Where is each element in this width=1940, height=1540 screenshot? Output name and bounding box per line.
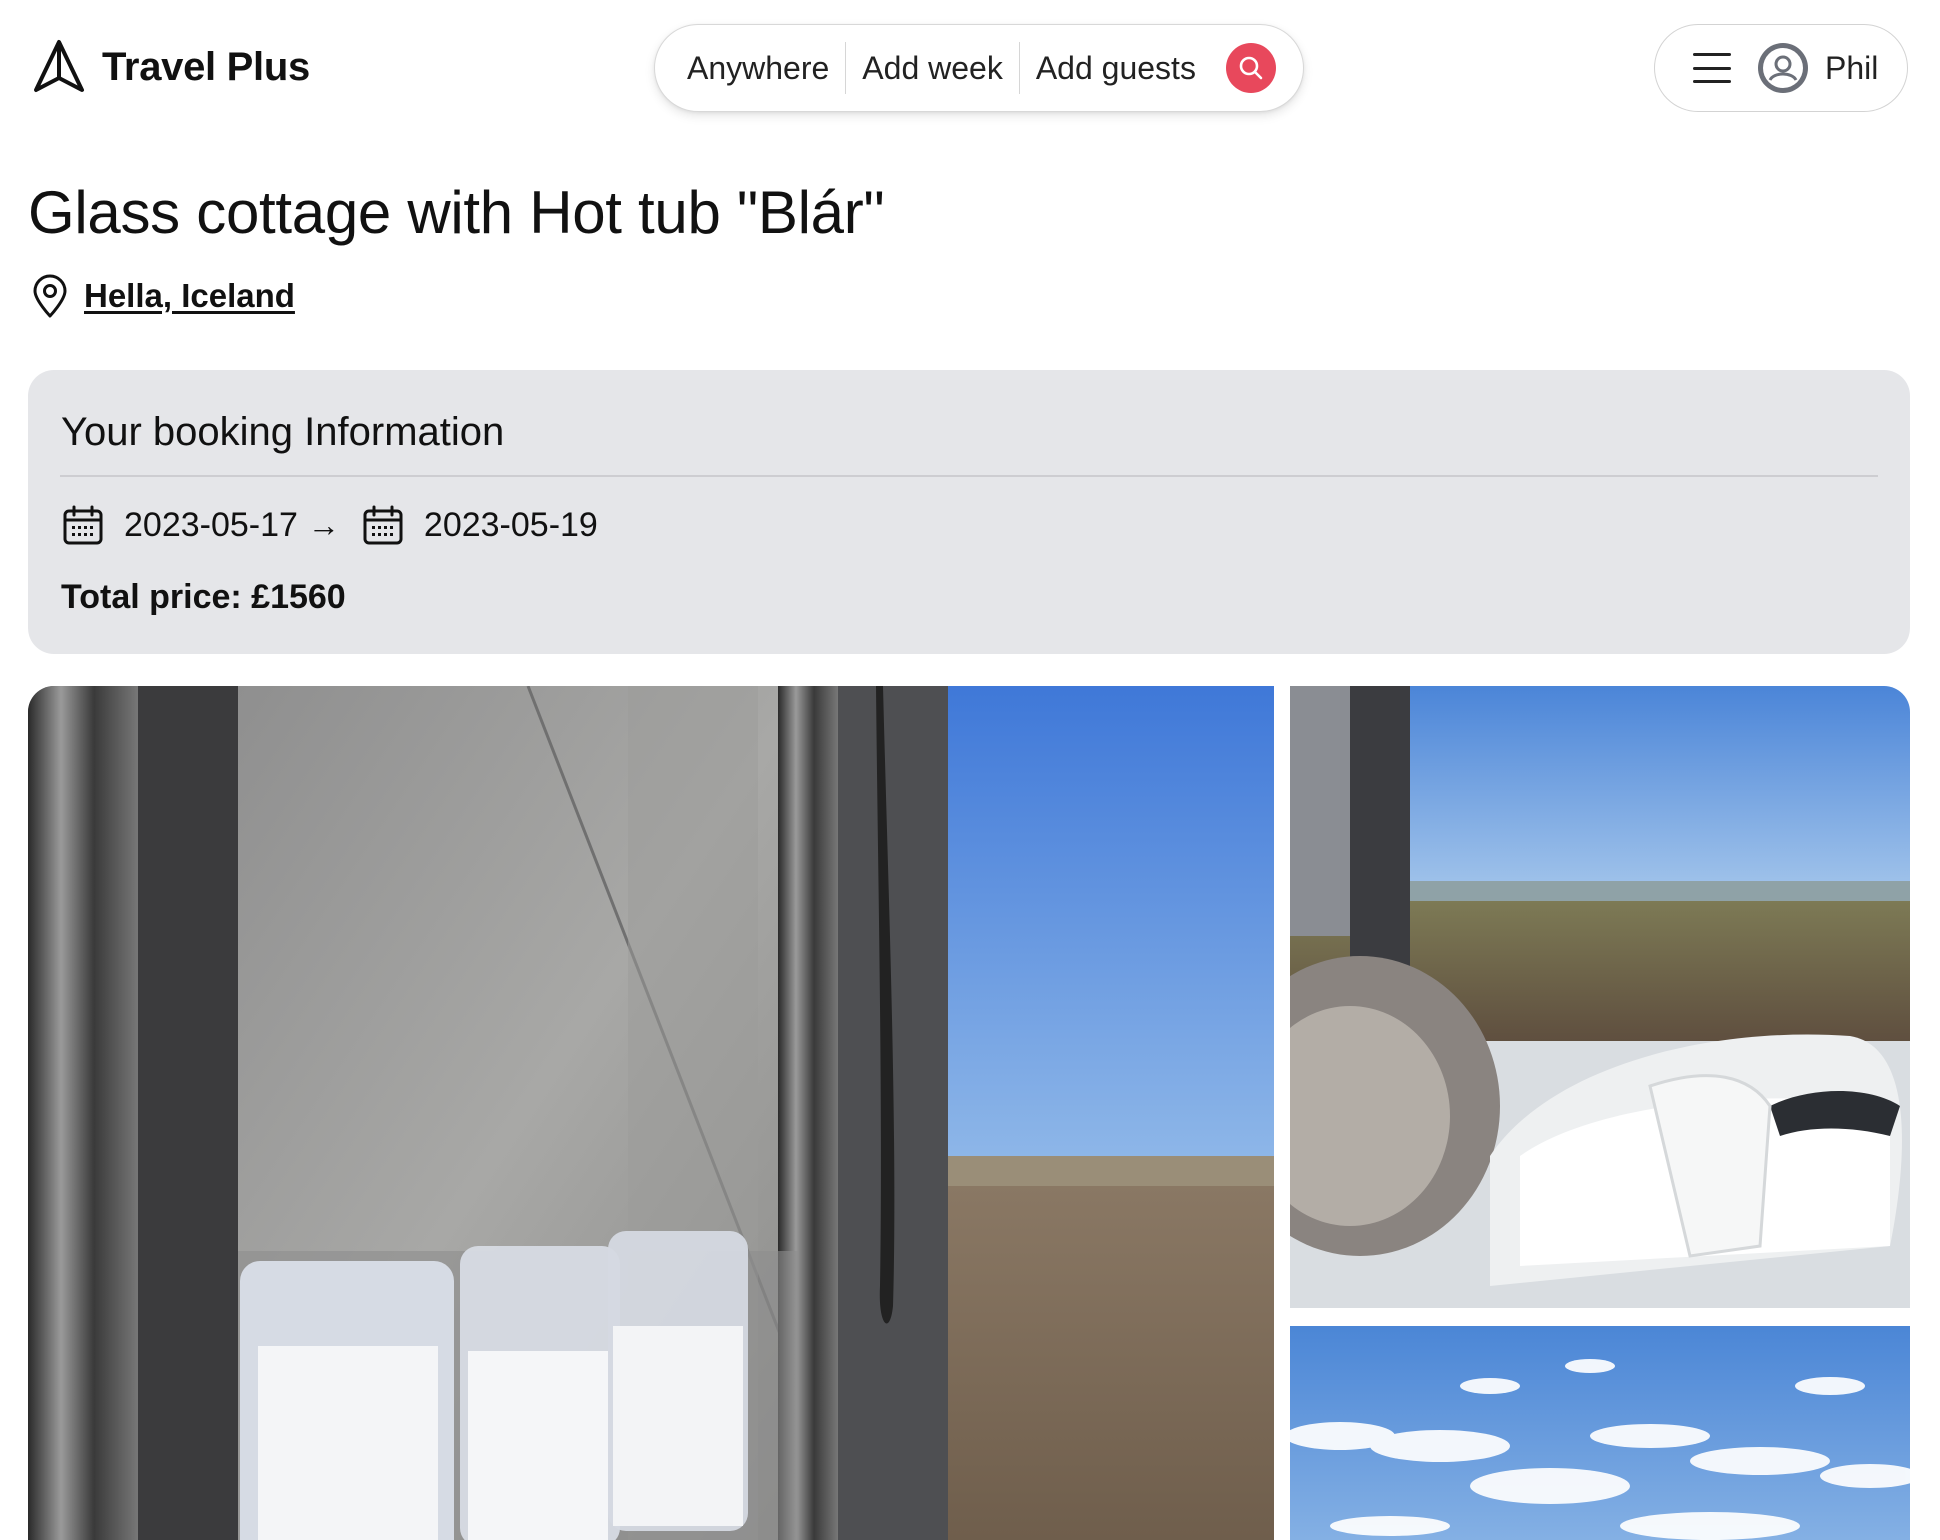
map-pin-icon — [33, 274, 67, 318]
total-price: Total price: £1560 — [61, 578, 346, 616]
gallery-photo-bottom-right[interactable] — [1290, 1326, 1910, 1540]
calendar-icon — [63, 505, 103, 545]
search-guests[interactable]: Add guests — [1020, 42, 1212, 94]
top-header: Travel Plus Anywhere Add week Add guests… — [0, 0, 1940, 130]
listing-title: Glass cottage with Hot tub "Blár" — [28, 179, 885, 246]
check-in-date: 2023-05-17 — [124, 505, 298, 544]
photo-gallery — [28, 686, 1910, 1540]
arrow-right-icon: → — [307, 506, 340, 543]
listing-location: Hella, Iceland — [30, 274, 295, 318]
search-location[interactable]: Anywhere — [687, 42, 845, 94]
calendar-icon — [363, 505, 403, 545]
gallery-photo-top-right[interactable] — [1290, 686, 1910, 1308]
gallery-photo-main[interactable] — [28, 686, 1274, 1540]
bedroom-photo — [1290, 686, 1910, 1308]
search-icon — [1239, 56, 1263, 80]
search-bar[interactable]: Anywhere Add week Add guests — [654, 24, 1304, 112]
navigation-arrow-icon — [34, 40, 84, 92]
booking-info-card: Your booking Information 2023-05-17 → 20… — [28, 370, 1910, 654]
check-out-date: 2023-05-19 — [423, 505, 598, 544]
booking-heading: Your booking Information — [61, 410, 505, 454]
sky-photo — [1290, 1326, 1910, 1540]
brand-logo[interactable]: Travel Plus — [30, 38, 310, 96]
booking-dates: 2023-05-17 → 2023-05-19 — [62, 496, 598, 554]
user-menu-button[interactable]: Phil — [1654, 24, 1908, 112]
brand-name: Travel Plus — [102, 44, 310, 89]
hamburger-icon — [1693, 53, 1731, 83]
user-name: Phil — [1825, 49, 1879, 86]
booking-divider — [60, 475, 1878, 477]
user-circle-icon — [1758, 43, 1808, 93]
bathroom-photo — [28, 686, 1274, 1540]
location-link[interactable]: Hella, Iceland — [84, 277, 295, 315]
search-dates[interactable]: Add week — [846, 42, 1019, 94]
search-button[interactable] — [1225, 43, 1276, 93]
